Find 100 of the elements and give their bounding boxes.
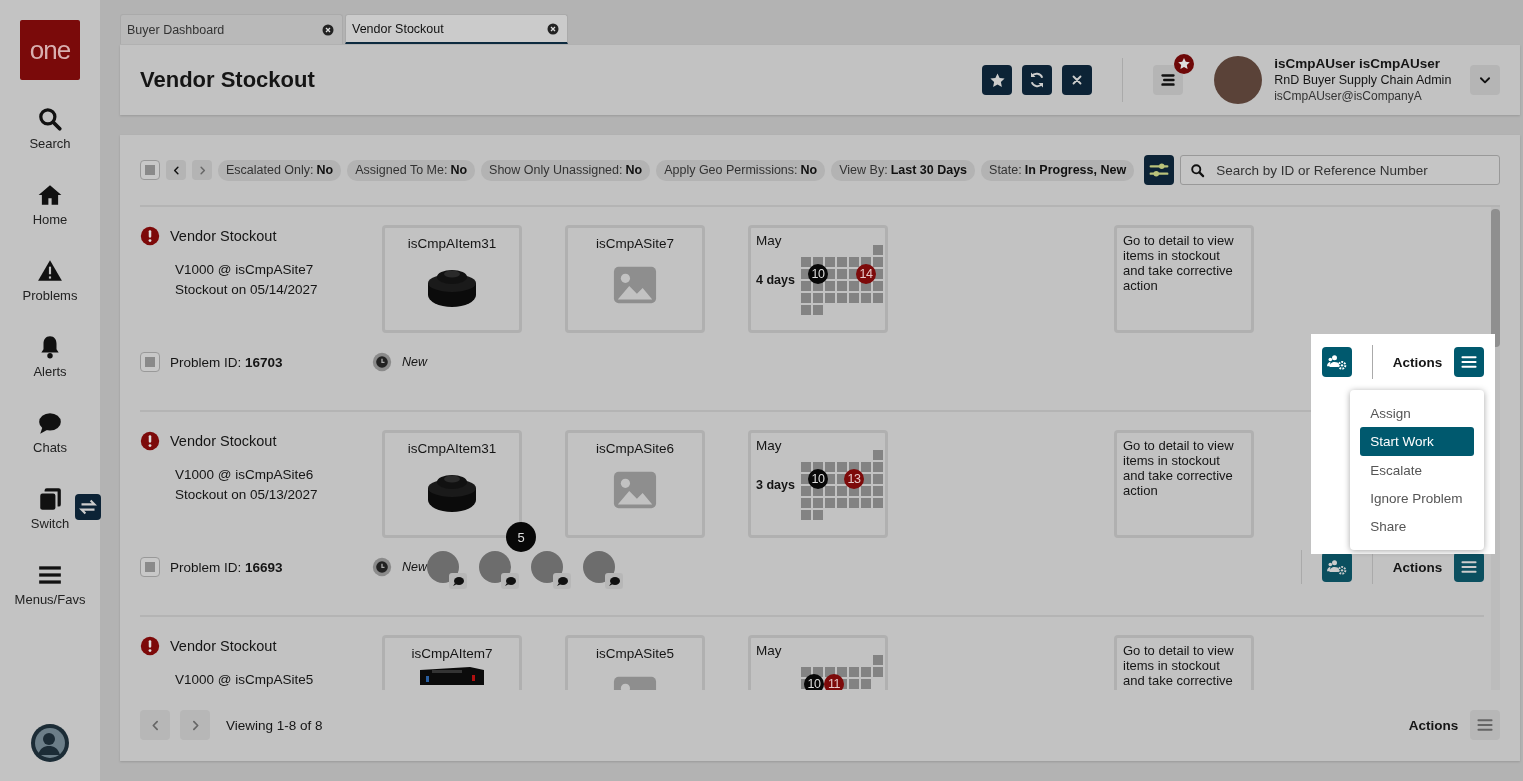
menu-item[interactable]: Ignore Problem (1360, 484, 1475, 513)
scrollbar[interactable] (1491, 207, 1501, 690)
problem-location: V1000 @ isCmpASite6 (175, 466, 315, 484)
participant-avatar[interactable] (427, 551, 459, 583)
row-checkbox[interactable] (140, 557, 160, 577)
sidebar-item[interactable]: Home (0, 178, 100, 254)
item-card[interactable]: isCmpAItem31 (382, 225, 522, 333)
item-card[interactable]: isCmpAItem7 (382, 635, 522, 690)
assign-users-button[interactable] (1321, 347, 1352, 377)
site-card[interactable]: isCmpASite7 (565, 225, 705, 333)
filter-chip[interactable]: Apply Geo Permissions: No (656, 159, 826, 181)
user-email: isCmpAUser@isCompanyA (1274, 88, 1423, 104)
calendar-month: May (756, 643, 783, 658)
end-day-badge: 14 (856, 264, 876, 284)
chat-icon (37, 410, 63, 436)
menu-item[interactable]: Escalate (1360, 455, 1475, 485)
end-day-badge: 11 (824, 674, 844, 690)
problem-type: Vendor Stockout (170, 638, 277, 654)
sidebar-item[interactable]: Search (0, 102, 100, 178)
chat-icon (449, 573, 467, 589)
alert-icon (140, 226, 160, 246)
user-avatar (1214, 56, 1263, 104)
participant-avatar[interactable] (583, 551, 615, 583)
note-text: Go to detail to view items in stockout and take corrective action (1114, 225, 1254, 333)
stacked-cards-icon (37, 486, 63, 512)
participant-avatar[interactable] (479, 551, 511, 583)
actions-label: Actions (1392, 559, 1443, 575)
user-silhouette-icon (30, 723, 70, 763)
user-role: RnD Buyer Supply Chain Admin (1274, 72, 1453, 88)
site-name: isCmpASite5 (596, 646, 674, 661)
actions-menu-button[interactable] (1454, 552, 1485, 582)
users-gear-icon (1326, 352, 1347, 372)
count-badge: 5 (506, 522, 536, 552)
stockout-date: Stockout on 05/13/2027 (175, 486, 319, 504)
users-gear-icon (1326, 557, 1347, 577)
row-checkbox[interactable] (140, 352, 160, 372)
site-name: isCmpASite7 (596, 236, 674, 251)
menu-item[interactable]: Assign (1360, 399, 1475, 428)
page-title: Vendor Stockout (140, 67, 316, 93)
duration-label: 3 days (756, 478, 796, 492)
sidebar-item[interactable]: Problems (0, 254, 100, 330)
close-button[interactable] (1062, 65, 1093, 95)
pagination-text: Viewing 1-8 of 8 (226, 717, 323, 733)
start-day-badge: 10 (808, 264, 828, 284)
note-text: Go to detail to view items in stockout and take corrective (1114, 635, 1254, 690)
problem-id: Problem ID: 16693 (170, 559, 284, 575)
tab[interactable]: Buyer Dashboard (120, 14, 343, 44)
sidebar-item[interactable]: Switch (0, 482, 100, 558)
problem-location: V1000 @ isCmpASite7 (175, 261, 315, 279)
status-label: New (402, 560, 427, 574)
clock-icon (372, 352, 392, 372)
site-card[interactable]: isCmpASite6 (565, 430, 705, 538)
sidebar-item[interactable]: Menus/Favs (0, 558, 100, 634)
problem-id: Problem ID: 16703 (170, 354, 284, 370)
sidebar-item[interactable]: Alerts (0, 330, 100, 406)
alert-icon (140, 636, 160, 656)
close-icon (322, 23, 334, 36)
chat-icon (501, 573, 519, 589)
chat-icon (553, 573, 571, 589)
item-name: isCmpAItem7 (411, 646, 493, 661)
tab[interactable]: Vendor Stockout (345, 14, 568, 44)
duration-label: 4 days (756, 273, 796, 287)
filter-chip[interactable]: Assigned To Me: No (347, 159, 476, 181)
problem-location: V1000 @ isCmpASite5 (175, 671, 315, 689)
participant-avatar[interactable] (531, 551, 563, 583)
user-menu-button[interactable] (1470, 65, 1501, 95)
calendar-month: May (756, 438, 783, 453)
assign-users-button[interactable] (1321, 552, 1352, 582)
previous-button[interactable] (166, 160, 186, 180)
search-field[interactable]: Search by ID or Reference Number (1180, 155, 1501, 185)
item-name: isCmpAItem31 (407, 441, 497, 456)
actions-menu-button[interactable] (1454, 347, 1485, 377)
menu-item[interactable]: Start Work (1360, 427, 1475, 456)
problem-type: Vendor Stockout (170, 228, 277, 244)
sidebar-item[interactable]: Chats (0, 406, 100, 482)
clock-icon (372, 557, 392, 577)
filter-chip[interactable]: Escalated Only: No (218, 159, 342, 181)
alert-icon (140, 431, 160, 451)
item-name: isCmpAItem31 (407, 236, 497, 251)
site-card[interactable]: isCmpASite5 (565, 635, 705, 690)
favorite-button[interactable] (982, 65, 1013, 95)
filter-chip[interactable]: View By: Last 30 Days (831, 159, 976, 181)
end-day-badge: 13 (844, 469, 864, 489)
warning-icon (37, 258, 63, 284)
actions-label: Actions (1392, 354, 1443, 370)
actions-label: Actions (1408, 717, 1459, 733)
menu-item[interactable]: Share (1360, 512, 1475, 542)
close-icon (547, 22, 559, 35)
problem-type: Vendor Stockout (170, 433, 277, 449)
filter-settings-button[interactable] (1144, 155, 1175, 185)
search-icon (1190, 163, 1206, 178)
logo[interactable]: one (20, 20, 80, 80)
select-all-checkbox[interactable] (140, 160, 160, 180)
refresh-button[interactable] (1022, 65, 1053, 95)
filter-chip[interactable]: Show Only Unassigned: No (481, 159, 651, 181)
tab-label: Buyer Dashboard (127, 22, 225, 37)
filter-chip[interactable]: State: In Progress, New (981, 159, 1135, 181)
start-day-badge: 10 (808, 469, 828, 489)
notifications-button[interactable] (1153, 65, 1184, 95)
stockout-date: Stockout on 05/14/2027 (175, 281, 319, 299)
